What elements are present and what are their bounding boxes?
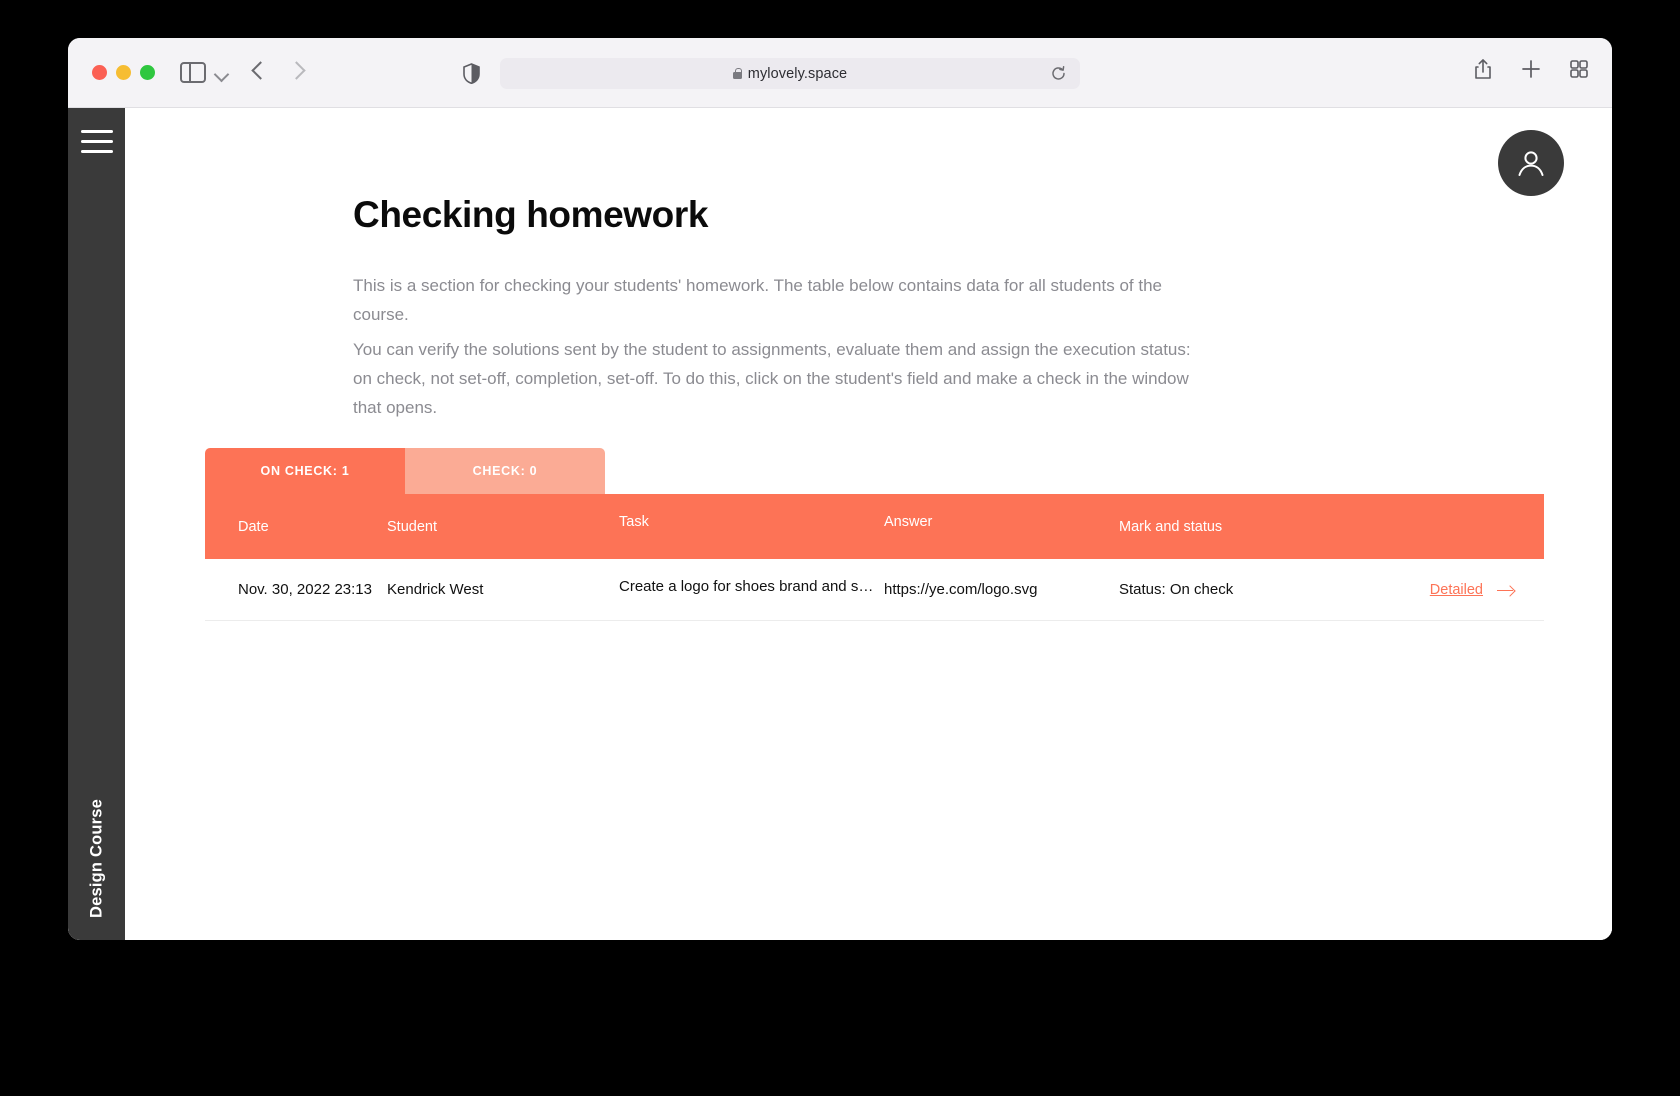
tab-on-check[interactable]: ON CHECK: 1 bbox=[205, 448, 405, 494]
user-avatar-icon[interactable] bbox=[1498, 130, 1564, 196]
detailed-label: Detailed bbox=[1429, 582, 1483, 598]
intro-paragraph-2: You can verify the solutions sent by the… bbox=[353, 340, 1191, 417]
column-header-date: Date bbox=[238, 518, 269, 535]
arrow-right-icon bbox=[1497, 585, 1514, 595]
address-bar[interactable]: mylovely.space bbox=[500, 58, 1080, 89]
shield-icon[interactable] bbox=[463, 63, 480, 85]
sidebar-icon[interactable] bbox=[180, 62, 206, 83]
toolbar-actions bbox=[1472, 58, 1590, 80]
column-header-task: Task bbox=[619, 513, 649, 530]
share-icon[interactable] bbox=[1472, 58, 1494, 80]
browser-window: mylovely.space Design Course Checking ho… bbox=[68, 38, 1612, 940]
cell-answer: https://ye.com/logo.svg bbox=[884, 581, 1038, 598]
window-controls bbox=[92, 65, 155, 80]
minimize-window-button[interactable] bbox=[116, 65, 131, 80]
cell-status: Status: On check bbox=[1119, 581, 1234, 598]
reload-icon[interactable] bbox=[1051, 66, 1066, 81]
page-body: Design Course Checking homework This is … bbox=[68, 108, 1612, 940]
screen: mylovely.space Design Course Checking ho… bbox=[0, 0, 1680, 1096]
table-row[interactable]: Nov. 30, 2022 23:13 Kendrick West Create… bbox=[205, 559, 1544, 621]
close-window-button[interactable] bbox=[92, 65, 107, 80]
main-content: Checking homework This is a section for … bbox=[125, 108, 1612, 940]
tab-check[interactable]: CHECK: 0 bbox=[405, 448, 605, 494]
tab-overview-icon[interactable] bbox=[1568, 58, 1590, 80]
cell-action: Detailed bbox=[1387, 581, 1544, 598]
column-header-answer: Answer bbox=[884, 513, 933, 530]
forward-arrow-icon[interactable] bbox=[287, 61, 306, 80]
zoom-window-button[interactable] bbox=[140, 65, 155, 80]
column-header-student: Student bbox=[387, 518, 437, 535]
chevron-down-icon[interactable] bbox=[213, 66, 230, 83]
intro-paragraph-1: This is a section for checking your stud… bbox=[353, 276, 1162, 324]
cell-date: Nov. 30, 2022 23:13 bbox=[238, 581, 372, 598]
lock-icon bbox=[732, 68, 742, 79]
detailed-link[interactable]: Detailed bbox=[1430, 582, 1514, 598]
url-text: mylovely.space bbox=[747, 65, 848, 82]
back-arrow-icon[interactable] bbox=[251, 61, 270, 80]
left-rail: Design Course bbox=[68, 108, 125, 940]
new-tab-icon[interactable] bbox=[1520, 58, 1542, 80]
hamburger-menu-icon[interactable] bbox=[81, 130, 113, 160]
page-title: Checking homework bbox=[353, 194, 709, 235]
column-header-mark-and-status: Mark and status bbox=[1119, 518, 1223, 535]
browser-toolbar: mylovely.space bbox=[68, 38, 1612, 108]
homework-table: Date Student Task Answer Mark and status… bbox=[205, 494, 1544, 621]
cell-task: Create a logo for shoes brand and s… bbox=[619, 578, 874, 595]
cell-student: Kendrick West bbox=[387, 581, 484, 598]
status-tabs: ON CHECK: 1 CHECK: 0 bbox=[205, 448, 605, 494]
table-header-row: Date Student Task Answer Mark and status bbox=[205, 494, 1544, 559]
course-label: Design Course bbox=[87, 798, 105, 918]
